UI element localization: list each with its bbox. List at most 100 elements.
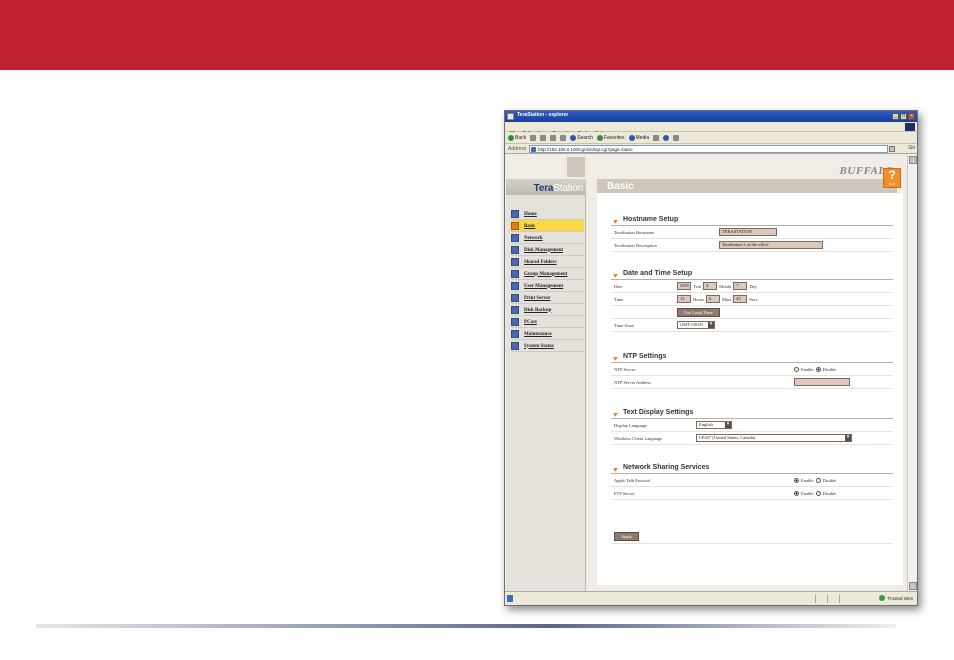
back-label: Back — [515, 134, 527, 141]
title-bar[interactable]: TeraStation - explorer _ □ × — [505, 111, 917, 122]
trusted-zone-icon — [879, 595, 886, 601]
hostname-section: Hostname Setup TeraStation Hostname TERA… — [611, 215, 893, 252]
print-button[interactable] — [673, 134, 680, 141]
status-divider — [815, 594, 816, 603]
go-button[interactable]: Go — [908, 145, 915, 151]
ftp-enable-radio[interactable] — [794, 490, 799, 496]
status-divider — [839, 594, 840, 603]
apply-ctrl: Apply — [614, 531, 640, 541]
nav-item-pcast[interactable]: PCast — [511, 316, 584, 328]
ntp-enable-radio[interactable] — [794, 366, 799, 372]
afp-disable-radio[interactable] — [815, 477, 821, 483]
page-title: Basic — [607, 181, 634, 192]
close-icon[interactable]: × — [908, 113, 915, 120]
star-icon — [596, 134, 603, 141]
nav-item-group-management[interactable]: Group Management — [511, 268, 584, 280]
day-input[interactable]: 7 — [733, 282, 748, 290]
nav-item-shared-folders[interactable]: Shared Folders — [511, 256, 584, 268]
hostname-input[interactable]: TERASTATION — [719, 228, 777, 236]
ftp-disable-radio[interactable] — [815, 490, 821, 496]
security-zone: Trusted sites — [879, 595, 913, 601]
disk-icon — [511, 246, 519, 254]
mins-input[interactable]: 6 — [706, 295, 720, 303]
pcast-icon — [511, 318, 519, 326]
sidebar: TeraStation Home Basic Network Disk Mana… — [506, 155, 586, 591]
nav-label: PCast — [524, 319, 537, 325]
date-ctrl: 2005 Year 4 Month 7 Day — [677, 282, 757, 290]
logo-rest: Station — [553, 183, 583, 194]
print-icon — [673, 134, 680, 141]
ntp-address-input[interactable] — [794, 378, 850, 386]
nav-item-user-management[interactable]: User Management — [511, 280, 584, 292]
timezone-select[interactable]: GMT+09:00 — [677, 321, 715, 329]
use-local-time-button[interactable]: Use Local Time — [677, 307, 720, 317]
terastation-logo: TeraStation — [534, 183, 584, 194]
media-button[interactable]: Media — [628, 134, 649, 141]
history-button[interactable] — [653, 134, 660, 141]
user-icon — [511, 282, 519, 290]
local-time-ctrl: Use Local Time — [677, 307, 720, 317]
forward-button[interactable] — [530, 134, 537, 141]
date-row: Date 2005 Year 4 Month 7 Day — [611, 280, 893, 293]
nav-label: User Management — [524, 283, 564, 289]
scroll-down-icon[interactable] — [909, 582, 917, 590]
afp-enable-radio[interactable] — [794, 477, 799, 483]
status-divider — [827, 594, 828, 603]
window-title: TeraStation - explorer — [517, 112, 569, 118]
ntp-server-row: NTP Server Enable Disable — [611, 363, 893, 376]
nav-item-system-status[interactable]: System Status — [511, 340, 584, 352]
url-input[interactable]: http://192.168.0.100/cgi-bin/top.cgi?pag… — [529, 145, 888, 153]
secs-input[interactable]: 45 — [733, 295, 748, 303]
wrench-icon — [511, 330, 519, 338]
address-dropdown-icon[interactable] — [889, 146, 895, 152]
bottom-rule — [36, 624, 896, 628]
client-language-select[interactable]: CP437 (United States, Canada) — [696, 434, 852, 442]
year-unit: Year — [693, 283, 702, 289]
date-label: Date — [614, 283, 623, 289]
section-title: Network Sharing Services — [611, 463, 893, 474]
refresh-icon — [550, 134, 557, 141]
nav-item-disk-management[interactable]: Disk Management — [511, 244, 584, 256]
timezone-row: Time Zone GMT+09:00 — [611, 319, 893, 332]
minimize-icon[interactable]: _ — [892, 113, 899, 120]
ntp-server-ctrl: Enable Disable — [794, 366, 836, 372]
nav-item-home[interactable]: Home — [511, 208, 584, 220]
mail-button[interactable] — [663, 134, 670, 141]
ntp-server-label: NTP Server — [614, 366, 636, 372]
scroll-up-icon[interactable] — [909, 156, 917, 164]
back-button[interactable]: Back — [508, 134, 527, 141]
month-input[interactable]: 4 — [703, 282, 718, 290]
favorites-button[interactable]: Favorites — [596, 134, 625, 141]
ntp-disable-radio[interactable] — [815, 366, 821, 372]
description-input[interactable]: TeraStation 1 at the office — [719, 241, 823, 249]
help-button[interactable]: ? Help — [883, 168, 901, 188]
nav-item-maintenance[interactable]: Maintenance — [511, 328, 584, 340]
nav-item-basic[interactable]: Basic — [511, 220, 584, 232]
year-input[interactable]: 2005 — [677, 282, 691, 290]
description-ctrl: TeraStation 1 at the office — [719, 241, 823, 249]
apply-button[interactable]: Apply — [614, 531, 640, 541]
home-button[interactable] — [560, 134, 567, 141]
stop-button[interactable] — [540, 134, 547, 141]
nav-item-disk-backup[interactable]: Disk Backup — [511, 304, 584, 316]
forward-arrow-icon — [530, 134, 537, 141]
display-language-select[interactable]: English — [696, 421, 732, 429]
nav-item-network[interactable]: Network — [511, 232, 584, 244]
nav-label: System Status — [524, 343, 554, 349]
windows-logo-icon — [905, 123, 915, 131]
settings-panel: Hostname Setup TeraStation Hostname TERA… — [597, 193, 903, 585]
search-button[interactable]: Search — [570, 134, 593, 141]
hours-input[interactable]: 13 — [677, 295, 691, 303]
vertical-scrollbar[interactable] — [907, 155, 917, 591]
apply-row: Apply — [611, 529, 893, 544]
hostname-row: TeraStation Hostname TERASTATION — [611, 226, 893, 239]
afp-ctrl: Enable Disable — [794, 477, 836, 483]
nav-item-print-server[interactable]: Print Server — [511, 292, 584, 304]
maximize-icon[interactable]: □ — [900, 113, 907, 120]
backup-icon — [511, 306, 519, 314]
refresh-button[interactable] — [550, 134, 557, 141]
time-label: Time — [614, 296, 624, 302]
ntp-enable-label: Enable — [801, 366, 814, 372]
top-banner — [0, 0, 954, 70]
nav-label: Network — [524, 235, 543, 241]
